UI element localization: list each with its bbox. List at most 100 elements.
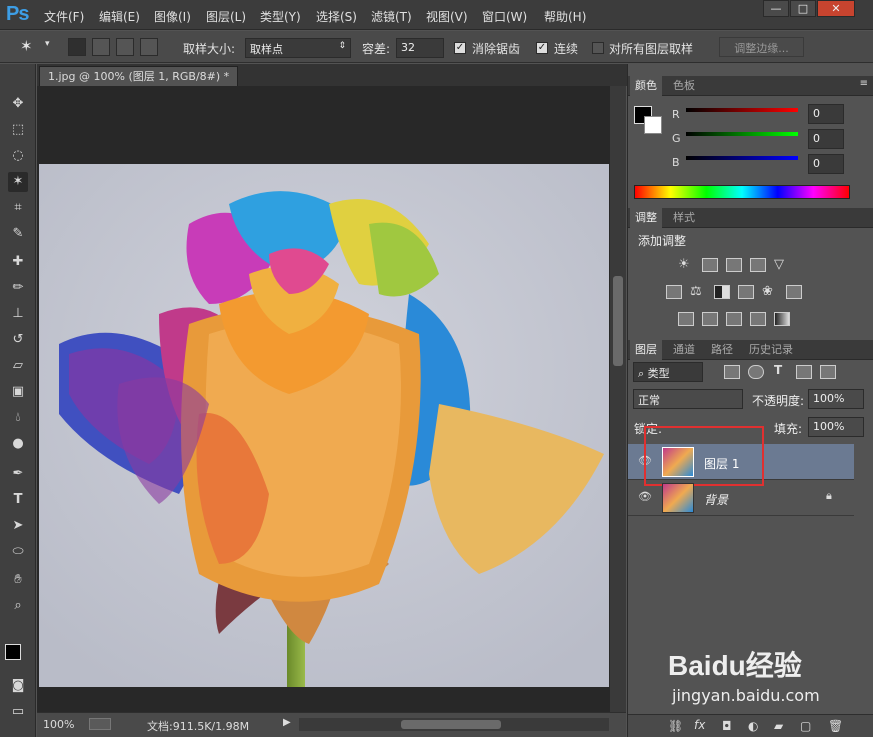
- fx-icon[interactable]: fx: [694, 718, 705, 732]
- new-layer-icon[interactable]: ▢: [800, 719, 811, 733]
- zoom-tool-icon[interactable]: ⌕: [8, 596, 28, 616]
- hand-tool-icon[interactable]: ✋︎: [8, 570, 28, 590]
- invert-icon[interactable]: [678, 312, 694, 326]
- add-selection-icon[interactable]: [92, 38, 110, 56]
- tab-adjustments[interactable]: 调整: [630, 208, 662, 228]
- trash-icon[interactable]: 🗑︎: [828, 719, 843, 733]
- menu-window[interactable]: 窗口(W): [482, 8, 527, 25]
- ellipse-tool-icon[interactable]: ⬭: [8, 542, 28, 562]
- tab-swatches[interactable]: 色板: [668, 76, 700, 96]
- red-slider[interactable]: [686, 108, 798, 112]
- move-tool-icon[interactable]: ✥: [8, 94, 28, 114]
- menu-layer[interactable]: 图层(L): [206, 8, 246, 25]
- color-lookup-icon[interactable]: [786, 285, 802, 299]
- minimize-button[interactable]: —: [763, 0, 789, 17]
- stamp-tool-icon[interactable]: ⊥: [8, 304, 28, 324]
- menu-select[interactable]: 选择(S): [316, 8, 357, 25]
- crop-tool-icon[interactable]: ⌗: [8, 198, 28, 218]
- lasso-tool-icon[interactable]: ◌: [8, 146, 28, 166]
- intersect-selection-icon[interactable]: [140, 38, 158, 56]
- red-value[interactable]: 0: [808, 104, 844, 124]
- refine-edge-button[interactable]: 调整边缘...: [719, 37, 804, 57]
- opacity-input[interactable]: 100%: [808, 389, 864, 409]
- eraser-tool-icon[interactable]: ▱: [8, 356, 28, 376]
- selective-color-icon[interactable]: [750, 312, 766, 326]
- link-icon[interactable]: ⛓: [668, 719, 683, 733]
- vertical-scrollbar[interactable]: [610, 86, 626, 712]
- tab-layers[interactable]: 图层: [630, 340, 662, 360]
- blur-tool-icon[interactable]: 💧︎: [8, 408, 28, 428]
- horizontal-scrollbar[interactable]: [299, 718, 609, 731]
- document-tab[interactable]: 1.jpg @ 100% (图层 1, RGB/8#) *: [39, 66, 239, 86]
- gradient-map-icon[interactable]: [774, 312, 790, 326]
- brightness-icon[interactable]: ☀: [678, 258, 694, 272]
- filter-smart-icon[interactable]: [820, 365, 836, 379]
- bg-color-chip[interactable]: [644, 116, 662, 134]
- contiguous-checkbox[interactable]: ✓: [536, 42, 548, 54]
- tolerance-input[interactable]: 32: [396, 38, 444, 58]
- visibility-eye-icon[interactable]: 👁︎: [638, 490, 652, 503]
- posterize-icon[interactable]: [702, 312, 718, 326]
- levels-icon[interactable]: [702, 258, 718, 272]
- curves-icon[interactable]: [726, 258, 742, 272]
- menu-view[interactable]: 视图(V): [426, 8, 468, 25]
- brush-tool-icon[interactable]: ✏: [8, 278, 28, 298]
- close-button[interactable]: ✕: [817, 0, 855, 17]
- menu-filter[interactable]: 滤镜(T): [371, 8, 412, 25]
- filter-shape-icon[interactable]: [796, 365, 812, 379]
- group-icon[interactable]: ▰: [774, 719, 783, 733]
- blue-value[interactable]: 0: [808, 154, 844, 174]
- menu-file[interactable]: 文件(F): [44, 8, 84, 25]
- hscroll-thumb[interactable]: [401, 720, 501, 729]
- layer-name[interactable]: 背景: [704, 491, 728, 508]
- canvas-area[interactable]: [37, 86, 610, 712]
- green-slider[interactable]: [686, 132, 798, 136]
- tab-history[interactable]: 历史记录: [744, 340, 798, 360]
- tab-paths[interactable]: 路径: [706, 340, 738, 360]
- eyedropper-tool-icon[interactable]: ✎: [8, 224, 28, 244]
- menu-help[interactable]: 帮助(H): [544, 8, 586, 25]
- marquee-tool-icon[interactable]: ⬚: [8, 120, 28, 140]
- channel-mixer-icon[interactable]: ❀: [762, 285, 778, 299]
- magic-wand-icon[interactable]: ✶: [20, 37, 33, 55]
- quick-mask-icon[interactable]: ◙: [8, 676, 28, 696]
- filter-adjust-icon[interactable]: [748, 365, 764, 379]
- foreground-color-swatch[interactable]: [5, 644, 21, 660]
- subtract-selection-icon[interactable]: [116, 38, 134, 56]
- sample-size-select[interactable]: 取样点 ⇕: [245, 38, 351, 58]
- menu-edit[interactable]: 编辑(E): [99, 8, 140, 25]
- chevron-down-icon[interactable]: ▾: [45, 39, 50, 49]
- threshold-icon[interactable]: [726, 312, 742, 326]
- history-brush-icon[interactable]: ↺: [8, 330, 28, 350]
- anti-alias-checkbox[interactable]: ✓: [454, 42, 466, 54]
- dodge-tool-icon[interactable]: ●: [8, 434, 28, 454]
- vibrance-icon[interactable]: ▽: [774, 258, 790, 272]
- type-tool-icon[interactable]: T: [8, 490, 28, 510]
- color-spectrum[interactable]: [634, 185, 850, 199]
- all-layers-checkbox[interactable]: [592, 42, 604, 54]
- photo-filter-icon[interactable]: [738, 285, 754, 299]
- gradient-tool-icon[interactable]: ▣: [8, 382, 28, 402]
- tab-channels[interactable]: 通道: [668, 340, 700, 360]
- tab-styles[interactable]: 样式: [668, 208, 700, 228]
- maximize-button[interactable]: □: [790, 0, 816, 17]
- bw-icon[interactable]: [714, 285, 730, 299]
- panel-menu-icon[interactable]: ≡: [860, 78, 868, 89]
- magic-wand-tool-icon[interactable]: ✶: [8, 172, 28, 192]
- zoom-level[interactable]: 100%: [43, 718, 74, 731]
- play-arrow-icon[interactable]: ▶: [283, 717, 291, 728]
- healing-tool-icon[interactable]: ✚: [8, 252, 28, 272]
- menu-type[interactable]: 类型(Y): [260, 8, 301, 25]
- layer-row-background[interactable]: 👁︎ 背景 🔒︎: [628, 480, 854, 516]
- hue-icon[interactable]: [666, 285, 682, 299]
- pen-tool-icon[interactable]: ✒: [8, 464, 28, 484]
- new-selection-icon[interactable]: [68, 38, 86, 56]
- exposure-icon[interactable]: [750, 258, 766, 272]
- mask-icon[interactable]: ◘: [722, 719, 732, 733]
- adjustment-layer-icon[interactable]: ◐: [748, 719, 758, 733]
- scrollbar-thumb[interactable]: [613, 276, 623, 366]
- screen-mode-icon[interactable]: ▭: [8, 702, 28, 722]
- layer-filter-select[interactable]: ⌕ 类型: [633, 362, 703, 382]
- menu-image[interactable]: 图像(I): [154, 8, 191, 25]
- filter-type-icon[interactable]: T: [774, 363, 782, 377]
